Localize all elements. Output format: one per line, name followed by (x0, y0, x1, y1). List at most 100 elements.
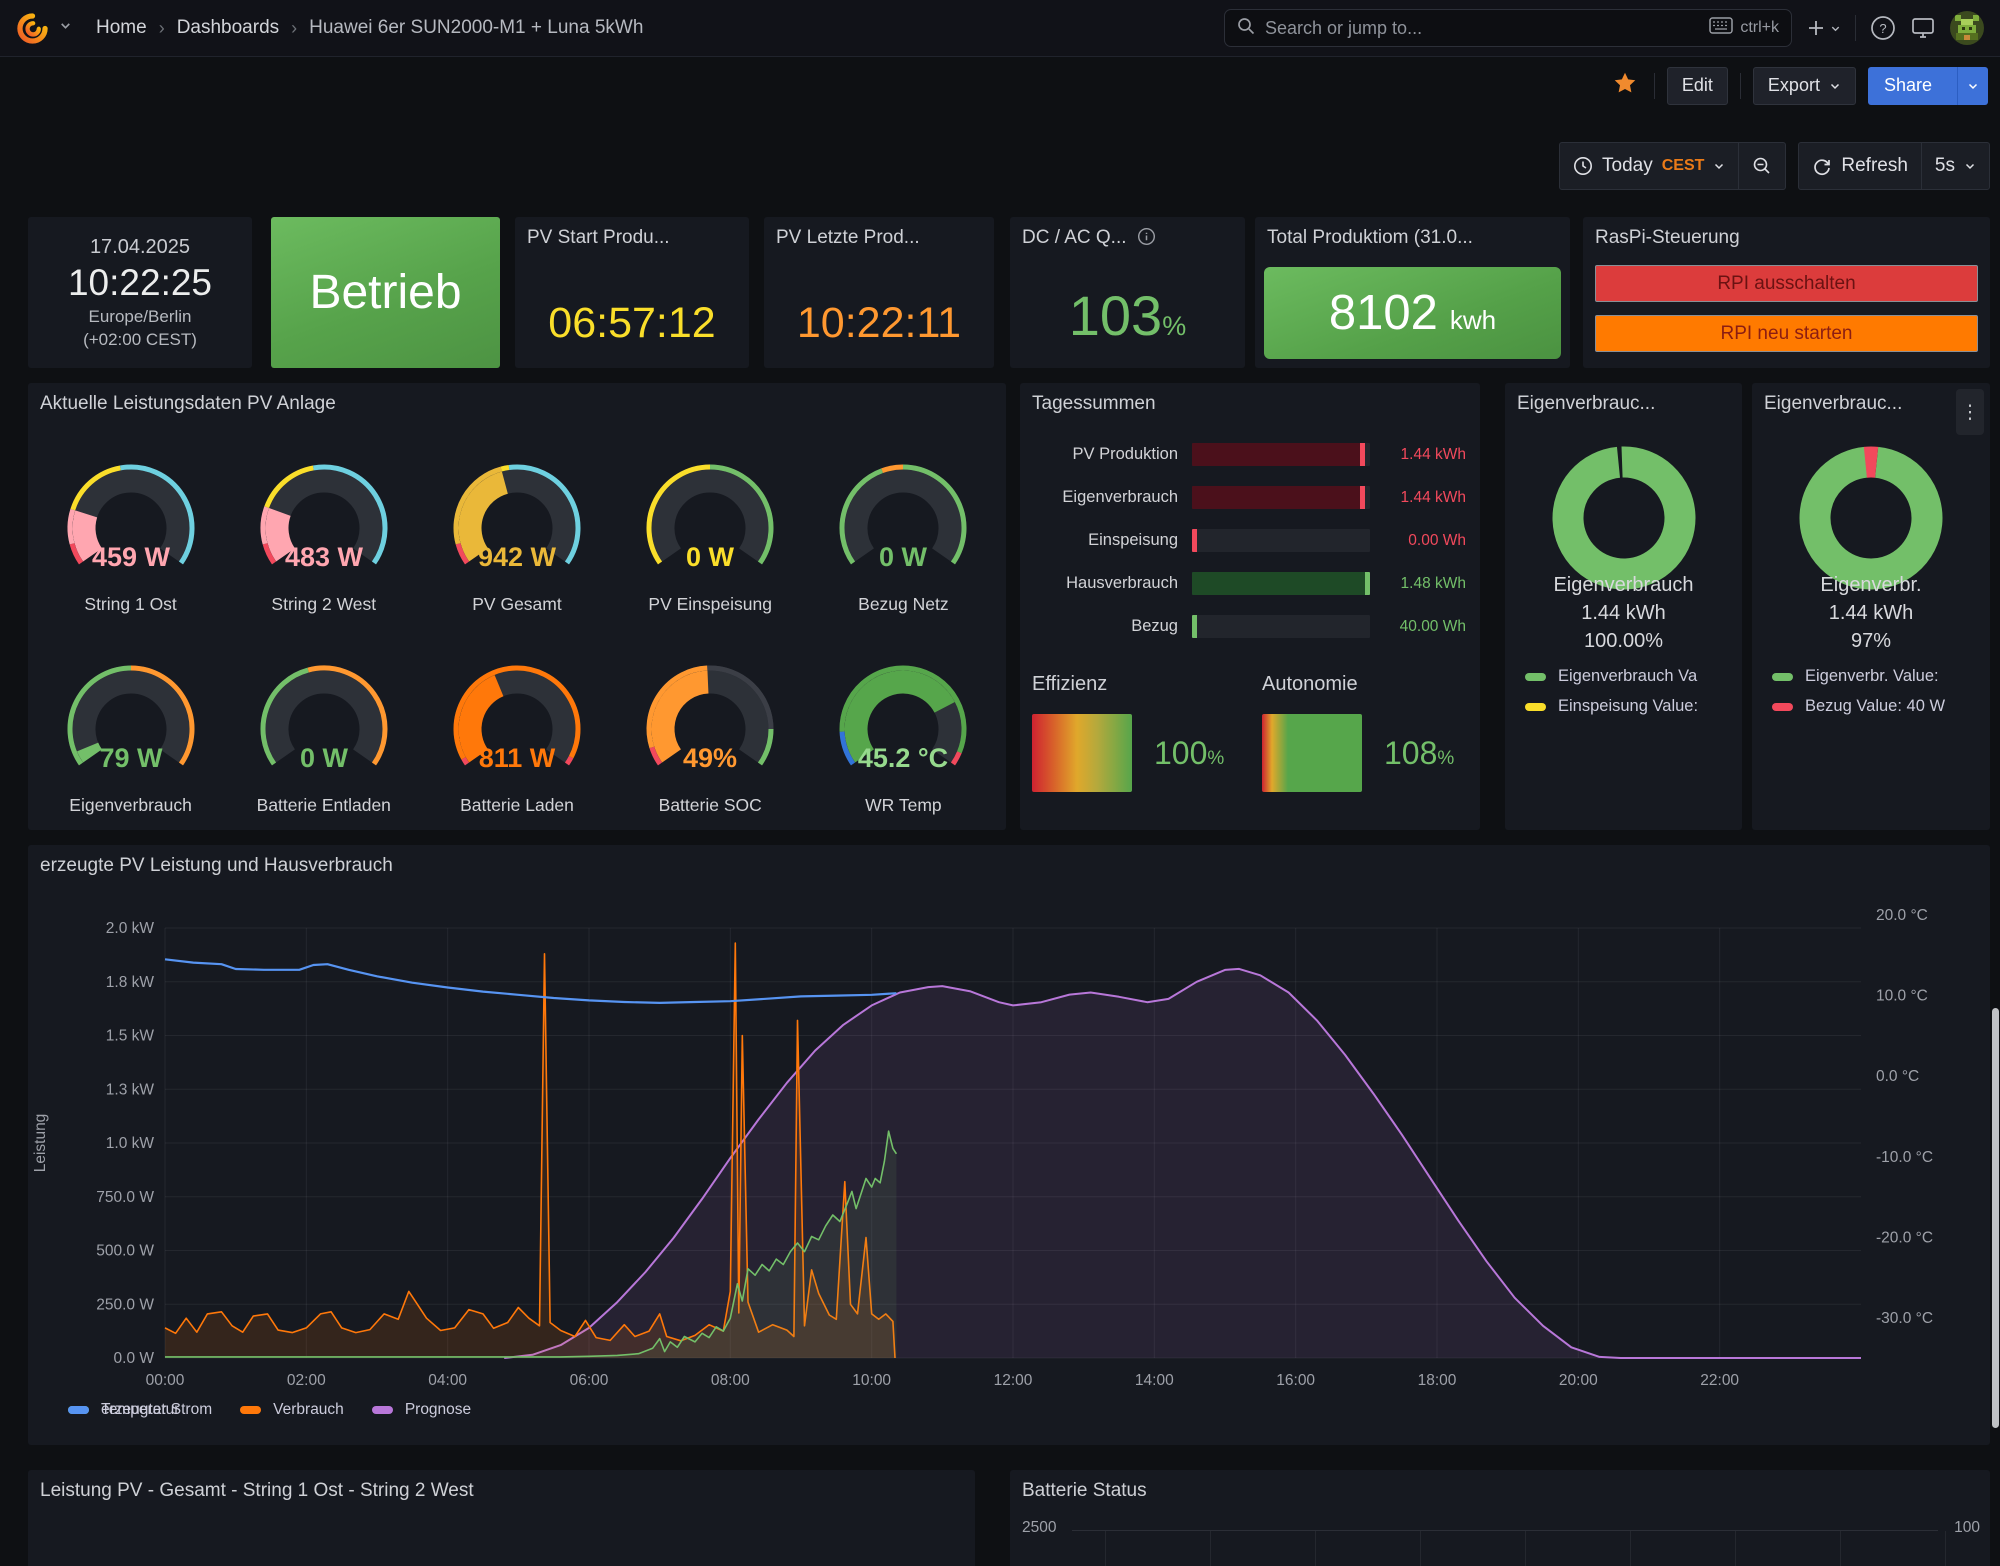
legend-item[interactable]: Einspeisung Value: (1525, 697, 1698, 716)
gridline (1945, 1531, 1946, 1566)
donut-chart: Eigenverbrauch1.44 kWh100.00%Eigenverbra… (1505, 383, 1742, 830)
search-input[interactable]: Search or jump to... ctrl+k (1224, 9, 1792, 47)
gridline (1735, 1531, 1736, 1566)
gauge-eigenverbrauch: 79 WEigenverbrauch (34, 627, 227, 829)
x-axis-tick: 10:00 (852, 1372, 891, 1389)
refresh-button[interactable]: Refresh (1799, 143, 1921, 189)
gridline (1630, 1531, 1631, 1566)
effizienz-value: 100% (1154, 735, 1224, 772)
gauge-value: 0 W (686, 542, 735, 572)
gauge-value: 459 W (92, 542, 171, 572)
edit-button[interactable]: Edit (1667, 67, 1728, 105)
y-axis-tick-right: 100 (1954, 1519, 1980, 1537)
refresh-icon (1812, 156, 1832, 176)
search-placeholder: Search or jump to... (1265, 18, 1699, 39)
info-icon[interactable] (1137, 227, 1156, 252)
breadcrumb-current: Huawei 6er SUN2000-M1 + Luna 5kWh (309, 17, 643, 39)
tagessummen-row: Bezug40.00 Wh (1030, 605, 1466, 648)
tagessummen-row: PV Produktion1.44 kWh (1030, 433, 1466, 476)
panel-inverter-status: Betrieb (271, 217, 500, 368)
monitor-icon[interactable] (1910, 15, 1936, 41)
panel-raspi: RasPi-Steuerung RPI ausschalten RPI neu … (1583, 217, 1990, 368)
effizienz-label: Effizienz (1032, 673, 1250, 696)
donut-legend: Eigenverbr. Value: Bezug Value: 40 W (1772, 667, 1945, 716)
bar-gauge (1192, 572, 1370, 595)
x-axis-tick: 16:00 (1276, 1372, 1315, 1389)
panel-title: Batterie Status (1022, 1480, 1147, 1502)
autonomie-label: Autonomie (1262, 673, 1480, 696)
time-series-plot[interactable]: 2.0 kW1.8 kW1.5 kW1.3 kW1.0 kW750.0 W500… (28, 845, 1990, 1445)
panel-title: PV Start Produ... (527, 227, 670, 249)
x-axis-tick: 14:00 (1135, 1372, 1174, 1389)
gridline (1840, 1531, 1841, 1566)
time-range-picker[interactable]: Today CEST (1560, 143, 1738, 189)
dashboard-toolbar: Edit Export Share (0, 57, 2000, 114)
bar-gauge (1192, 529, 1370, 552)
x-axis-tick: 08:00 (711, 1372, 750, 1389)
gridline (1525, 1531, 1526, 1566)
bar-value: 1.44 kWh (1370, 446, 1466, 464)
help-icon[interactable]: ? (1870, 15, 1896, 41)
rpi-restart-button[interactable]: RPI neu starten (1595, 315, 1978, 352)
y-axis-tick: 2500 (1022, 1519, 1056, 1537)
org-chevron-icon[interactable] (59, 19, 72, 37)
bar-label: Einspeisung (1030, 531, 1192, 550)
new-button[interactable] (1806, 18, 1841, 38)
export-button[interactable]: Export (1753, 67, 1856, 105)
zoom-out-button[interactable] (1738, 143, 1785, 189)
panel-batterie-status: Batterie Status 2500 100 (1010, 1470, 1990, 1566)
gauge-batterie-entladen: 0 WBatterie Entladen (227, 627, 420, 829)
search-shortcut: ctrl+k (1740, 19, 1779, 37)
gauge-value: 0 W (300, 743, 349, 773)
y-axis-tick: 1.0 kW (106, 1135, 155, 1152)
gauge-value: 79 W (99, 743, 163, 773)
y-axis-tick: 250.0 W (96, 1296, 154, 1313)
x-axis-tick: 22:00 (1700, 1372, 1739, 1389)
legend-item[interactable]: Eigenverbrauch Va (1525, 667, 1698, 686)
favorite-star-icon[interactable] (1612, 70, 1638, 101)
breadcrumb-dashboards[interactable]: Dashboards (177, 17, 279, 39)
chevron-down-icon (1964, 160, 1976, 172)
bar-gauge (1192, 486, 1370, 509)
legend-color-pill (1772, 703, 1793, 711)
user-avatar[interactable] (1950, 11, 1984, 45)
rpi-shutdown-button[interactable]: RPI ausschalten (1595, 265, 1978, 302)
pv-last-value: 10:22:11 (764, 299, 994, 348)
x-axis-tick: 02:00 (287, 1372, 326, 1389)
bar-value: 1.44 kWh (1370, 489, 1466, 507)
legend-item[interactable]: Bezug Value: 40 W (1772, 697, 1945, 716)
x-axis-tick: 20:00 (1559, 1372, 1598, 1389)
legend-color-pill (1525, 673, 1546, 681)
legend-item[interactable]: Temperatur (68, 1401, 179, 1419)
autonomie-value: 108% (1384, 735, 1454, 772)
y-axis-tick-right: 0.0 °C (1876, 1068, 1919, 1085)
clock-date: 17.04.2025 (90, 236, 190, 259)
panel-title: erzeugte PV Leistung und Hausverbrauch (40, 855, 393, 877)
x-axis-tick: 00:00 (146, 1372, 185, 1389)
tagessummen-rows: PV Produktion1.44 kWhEigenverbrauch1.44 … (1030, 433, 1466, 648)
gauge-batterie-soc: 49%Batterie SOC (614, 627, 807, 829)
page-scrollbar[interactable] (1992, 1008, 1999, 1428)
gauge-value: 483 W (285, 542, 364, 572)
refresh-group: Refresh 5s (1798, 142, 1990, 190)
bar-gauge (1192, 443, 1370, 466)
toolbar-divider (1740, 73, 1741, 99)
series-temperatur-line (165, 959, 896, 1003)
gauge-label: PV Gesamt (472, 594, 561, 615)
legend-item[interactable]: Eigenverbr. Value: (1772, 667, 1945, 686)
bar-gauge (1192, 615, 1370, 638)
gridline (1210, 1531, 1211, 1566)
gauge-wr-temp: 45.2 °CWR Temp (807, 627, 1000, 829)
breadcrumb-separator: › (159, 18, 165, 39)
gauge-string-1-ost: 459 WString 1 Ost (34, 425, 227, 627)
panel-clock: 17.04.2025 10:22:25 Europe/Berlin (+02:0… (28, 217, 252, 368)
panel-pv-start: PV Start Produ... 06:57:12 (515, 217, 749, 368)
total-production-value: 8102 kwh (1264, 267, 1561, 359)
x-axis-tick: 18:00 (1418, 1372, 1457, 1389)
refresh-interval-select[interactable]: 5s (1921, 143, 1989, 189)
breadcrumb-home[interactable]: Home (96, 17, 147, 39)
y-axis-label: Leistung (32, 1114, 49, 1173)
share-button[interactable]: Share (1868, 67, 1988, 105)
grafana-logo-icon[interactable] (16, 12, 49, 45)
chart-legend-right: Temperatur (68, 1401, 1932, 1419)
